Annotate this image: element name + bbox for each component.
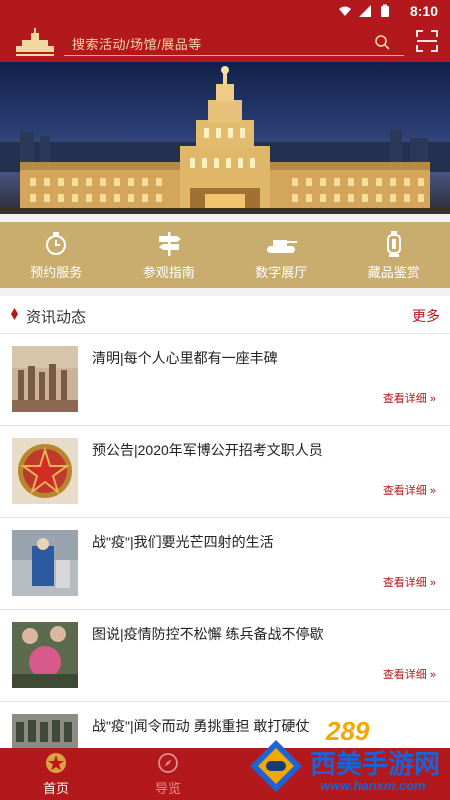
view-detail-link[interactable]: 查看详细 » bbox=[383, 574, 436, 590]
museum-logo-icon[interactable] bbox=[12, 28, 58, 58]
app-header: 搜索活动/场馆/展品等 bbox=[0, 24, 450, 62]
news-header: 资讯动态 更多 bbox=[0, 296, 450, 334]
hero-banner[interactable] bbox=[0, 62, 450, 214]
clock-badge-icon bbox=[46, 232, 67, 255]
compass-icon bbox=[158, 753, 178, 773]
tab-home[interactable]: 首页 bbox=[0, 748, 112, 800]
news-more-link[interactable]: 更多 bbox=[412, 306, 440, 326]
service-collection[interactable]: 藏品鉴赏 bbox=[338, 222, 450, 288]
gamepad-logo-icon bbox=[250, 740, 302, 792]
star-emblem-icon bbox=[46, 753, 66, 773]
battery-icon bbox=[381, 4, 389, 17]
service-label: 参观指南 bbox=[142, 265, 195, 280]
service-guide[interactable]: 参观指南 bbox=[113, 222, 226, 288]
watermark-number: 289 bbox=[326, 716, 370, 746]
news-item[interactable]: 清明|每个人心里都有一座丰碑 查看详细 » bbox=[0, 334, 450, 426]
search-underline bbox=[64, 55, 404, 56]
service-label: 藏品鉴赏 bbox=[367, 265, 420, 280]
news-title: 资讯动态 bbox=[26, 309, 87, 326]
tank-icon bbox=[267, 240, 298, 253]
news-item-title: 图说|疫情防控不松懈 练兵备战不停歇 bbox=[92, 626, 324, 642]
lantern-icon bbox=[386, 231, 401, 257]
tab-label: 首页 bbox=[42, 781, 69, 796]
news-item[interactable]: 图说|疫情防控不松懈 练兵备战不停歇 查看详细 » bbox=[0, 610, 450, 702]
top-bar: 8:10 搜索活动/场馆/展品等 bbox=[0, 0, 450, 62]
news-item[interactable]: 预公告|2020年军博公开招考文职人员 查看详细 » bbox=[0, 426, 450, 518]
status-time: 8:10 bbox=[409, 3, 438, 19]
news-item-title: 战"疫"|我们要光芒四射的生活 bbox=[92, 534, 274, 550]
view-detail-link[interactable]: 查看详细 » bbox=[383, 482, 436, 498]
tab-guide[interactable]: 导览 bbox=[112, 748, 224, 800]
service-booking[interactable]: 预约服务 bbox=[0, 222, 113, 288]
search-bar[interactable]: 搜索活动/场馆/展品等 bbox=[64, 30, 404, 56]
view-detail-link[interactable]: 查看详细 » bbox=[383, 666, 436, 682]
view-detail-link[interactable]: 查看详细 » bbox=[383, 390, 436, 406]
service-label: 数字展厅 bbox=[255, 265, 308, 280]
watermark-text: 西美手游网 bbox=[310, 749, 441, 779]
news-thumbnail bbox=[12, 438, 78, 504]
watermark-url: www.hanxm.com bbox=[320, 778, 426, 793]
service-digital-hall[interactable]: 数字展厅 bbox=[225, 222, 338, 288]
tab-label: 导览 bbox=[154, 781, 181, 796]
status-bar: 8:10 bbox=[0, 0, 450, 24]
news-thumbnail bbox=[12, 622, 78, 688]
site-watermark: 289 西美手游网 www.hanxm.com bbox=[246, 716, 446, 800]
news-item[interactable]: 战"疫"|我们要光芒四射的生活 查看详细 » bbox=[0, 518, 450, 610]
diamond-icon bbox=[11, 308, 18, 320]
signal-icon bbox=[359, 5, 371, 17]
search-icon[interactable] bbox=[374, 34, 390, 50]
news-thumbnail bbox=[12, 346, 78, 412]
news-section: 资讯动态 更多 清明|每个人心里都有一座丰碑 查看详细 » 预公告|2020年军… bbox=[0, 296, 450, 748]
section-gap bbox=[0, 214, 450, 222]
news-thumbnail bbox=[12, 714, 78, 748]
service-grid: 预约服务 参观指南 数字展厅 藏品鉴赏 bbox=[0, 222, 450, 288]
museum-building-image bbox=[0, 66, 450, 214]
service-label: 预约服务 bbox=[30, 265, 83, 280]
news-thumbnail bbox=[12, 530, 78, 596]
wifi-icon bbox=[339, 6, 351, 16]
signpost-icon bbox=[158, 232, 181, 256]
news-item-title: 清明|每个人心里都有一座丰碑 bbox=[92, 350, 278, 366]
scan-icon[interactable] bbox=[416, 30, 438, 52]
search-input[interactable]: 搜索活动/场馆/展品等 bbox=[72, 34, 202, 53]
news-item-title: 预公告|2020年军博公开招考文职人员 bbox=[92, 442, 323, 458]
